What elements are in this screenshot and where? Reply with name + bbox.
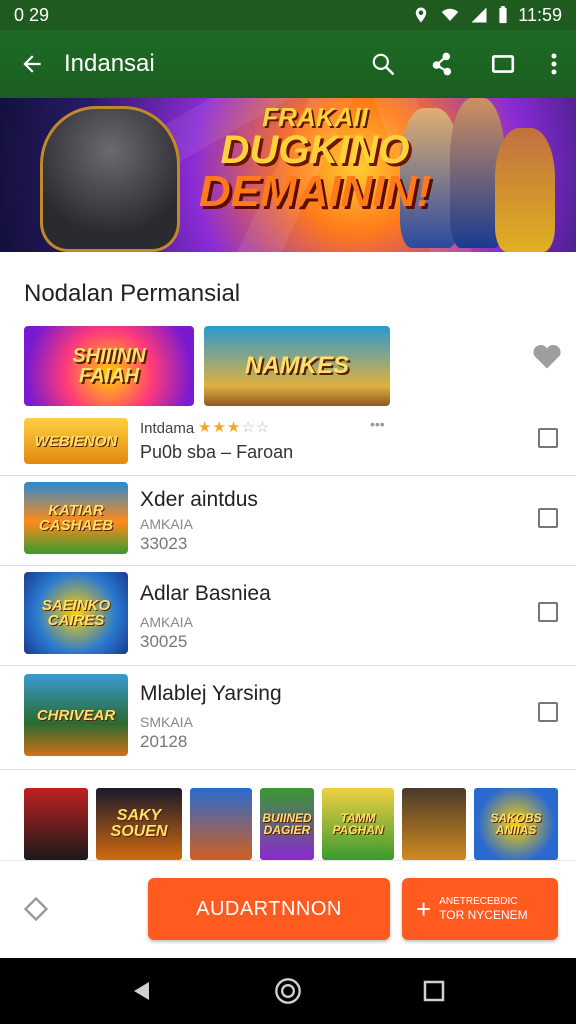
- status-time: 11:59: [518, 4, 562, 25]
- page-title: Indansai: [64, 50, 155, 77]
- nav-back-icon[interactable]: [130, 979, 154, 1003]
- item-subtitle: AMKAIA: [140, 614, 193, 630]
- item-checkbox[interactable]: [538, 428, 558, 448]
- item-subtitle: Pu0b sba – Faroan: [140, 442, 294, 462]
- battery-icon: [499, 6, 507, 24]
- item-checkbox[interactable]: [538, 508, 558, 528]
- game-thumbnail: SAEINKO CAIRES: [24, 572, 128, 654]
- strip-thumbnail[interactable]: SAKY SOUEN: [96, 788, 182, 860]
- strip-thumbnail[interactable]: TAMM PAGHAN: [322, 788, 394, 860]
- item-checkbox[interactable]: [538, 702, 558, 722]
- featured-row: SHIIINN FAIAH NAMKES: [24, 326, 390, 406]
- favorite-heart-icon[interactable]: [532, 342, 562, 370]
- wifi-icon: [442, 8, 459, 21]
- list-item[interactable]: SAEINKO CAIRES Adlar Basniea AMKAIA 3002…: [0, 566, 576, 666]
- featured-card-1[interactable]: SHIIINN FAIAH: [24, 326, 194, 406]
- banner-robot-art: [40, 106, 180, 252]
- strip-thumbnail[interactable]: [190, 788, 252, 860]
- banner-line-3: DEMAININ!: [198, 167, 432, 216]
- game-strip: SAKY SOUEN BUIINED DAGIER TAMM PAGHAN SA…: [24, 788, 558, 860]
- secondary-button-label: ANETRECEBDIC TOR NYCENEM: [439, 896, 527, 922]
- hero-banner[interactable]: FRAKAII DUGKINO DEMAININ!: [0, 98, 576, 252]
- item-subtitle: AMKAIA: [140, 516, 193, 532]
- more-dots-icon[interactable]: •••: [370, 416, 385, 432]
- app-bar: Indansai: [0, 30, 576, 98]
- game-thumbnail: WEBIENON: [24, 418, 128, 464]
- game-thumbnail: KATIAR CASHAEB: [24, 482, 128, 554]
- back-arrow-icon: [23, 55, 41, 73]
- status-left-text: 0 29: [14, 4, 50, 25]
- plus-icon: +: [416, 894, 432, 924]
- location-icon: [416, 7, 427, 23]
- list-item[interactable]: KATIAR CASHAEB Xder aintdus AMKAIA 33023: [0, 476, 576, 566]
- search-icon[interactable]: [370, 51, 396, 77]
- more-vert-icon[interactable]: [550, 52, 558, 76]
- game-thumbnail: CHRIVEAR: [24, 674, 128, 756]
- app-bar-actions: [370, 51, 576, 77]
- back-button[interactable]: [0, 51, 64, 77]
- bottom-action-bar: AUDARTNNON + ANETRECEBDIC TOR NYCENEM: [0, 860, 576, 958]
- system-nav-bar: [0, 958, 576, 1024]
- window-icon[interactable]: [490, 51, 516, 77]
- item-name: Adlar Basniea: [140, 582, 271, 605]
- banner-line-1: FRAKAII: [262, 102, 368, 132]
- share-icon[interactable]: [430, 51, 456, 77]
- item-checkbox[interactable]: [538, 602, 558, 622]
- secondary-button-line-1: ANETRECEBDIC: [439, 895, 518, 907]
- secondary-button-line-2: TOR NYCENEM: [439, 907, 528, 922]
- banner-heroes-art-3: [495, 128, 555, 252]
- strip-thumbnail[interactable]: BUIINED DAGIER: [260, 788, 314, 860]
- nav-home-icon[interactable]: [274, 977, 302, 1005]
- rating-stars: ★★★☆☆: [198, 419, 271, 436]
- item-name: Mlablej Yarsing: [140, 682, 282, 705]
- strip-thumbnail[interactable]: [402, 788, 466, 860]
- nav-recents-icon[interactable]: [422, 979, 446, 1003]
- diamond-icon[interactable]: [22, 895, 50, 923]
- item-name: Intdama: [140, 420, 195, 437]
- list-item[interactable]: WEBIENON Intdama ★★★☆☆ ••• Pu0b sba – Fa…: [0, 416, 576, 476]
- strip-thumbnail[interactable]: [24, 788, 88, 860]
- secondary-action-button[interactable]: + ANETRECEBDIC TOR NYCENEM: [402, 878, 558, 940]
- item-number: 33023: [140, 534, 188, 553]
- list-item[interactable]: CHRIVEAR Mlablej Yarsing SMKAIA 20128: [0, 666, 576, 770]
- status-icons: 11:59: [412, 5, 562, 26]
- item-subtitle: SMKAIA: [140, 714, 193, 730]
- item-number: 30025: [140, 632, 188, 651]
- banner-title: FRAKAII DUGKINO DEMAININ!: [170, 104, 460, 214]
- banner-line-2: DUGKINO: [220, 128, 410, 172]
- status-bar: 0 29 11:59: [0, 0, 576, 30]
- signal-icon: [471, 7, 487, 23]
- primary-action-button[interactable]: AUDARTNNON: [148, 878, 390, 940]
- item-number: 20128: [140, 732, 188, 751]
- strip-thumbnail[interactable]: SAKOBS ANIIAS: [474, 788, 558, 860]
- section-title: Nodalan Permansial: [24, 280, 241, 307]
- featured-card-2[interactable]: NAMKES: [204, 326, 390, 406]
- item-name: Xder aintdus: [140, 488, 258, 511]
